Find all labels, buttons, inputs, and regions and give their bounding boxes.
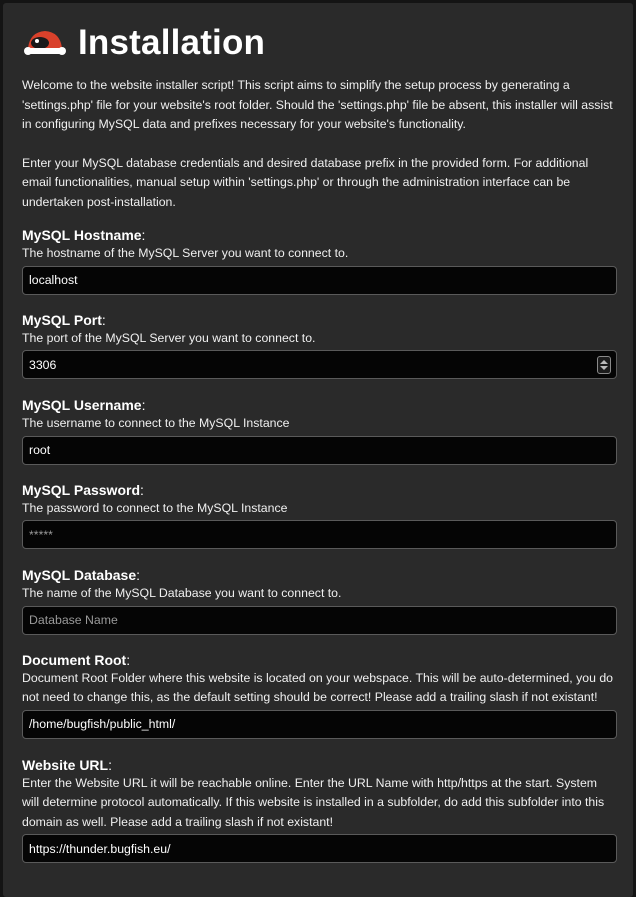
- installer-panel: Installation Welcome to the website inst…: [3, 3, 633, 897]
- hostname-input[interactable]: [22, 265, 617, 295]
- field-description: The username to connect to the MySQL Ins…: [22, 416, 290, 430]
- field-password: MySQL Password: The password to connect …: [22, 481, 617, 549]
- document-root-input[interactable]: [22, 709, 617, 739]
- port-input-wrapper: [22, 350, 617, 379]
- chevron-down-icon[interactable]: [600, 366, 608, 370]
- field-port: MySQL Port: The port of the MySQL Server…: [22, 311, 617, 379]
- field-label: MySQL Database: [22, 567, 137, 583]
- field-hostname: MySQL Hostname: The hostname of the MySQ…: [22, 226, 617, 295]
- field-description: Document Root Folder where this website …: [22, 670, 614, 705]
- field-document-root: Document Root: Document Root Folder wher…: [22, 651, 617, 739]
- field-website-url: Website URL: Enter the Website URL it wi…: [22, 756, 617, 863]
- password-input[interactable]: [22, 520, 617, 549]
- field-description: The hostname of the MySQL Server you wan…: [22, 246, 349, 260]
- field-description: The name of the MySQL Database you want …: [22, 586, 342, 600]
- field-label: MySQL Username: [22, 397, 142, 413]
- field-label: MySQL Hostname: [22, 227, 142, 243]
- field-label: Document Root: [22, 651, 127, 668]
- field-label: MySQL Password: [22, 481, 141, 498]
- bugfish-logo-icon: [24, 31, 66, 55]
- intro-text: Welcome to the website installer script!…: [22, 78, 613, 131]
- port-stepper[interactable]: [597, 356, 611, 374]
- port-input[interactable]: [22, 350, 617, 379]
- username-input[interactable]: [22, 435, 617, 465]
- field-description: The port of the MySQL Server you want to…: [22, 330, 316, 345]
- page-title: Installation: [78, 23, 266, 62]
- field-description: The password to connect to the MySQL Ins…: [22, 500, 288, 515]
- chevron-up-icon[interactable]: [600, 360, 608, 364]
- field-label: Website URL: [22, 756, 109, 773]
- field-username: MySQL Username: The username to connect …: [22, 396, 617, 465]
- intro-text-credentials: Enter your MySQL database credentials an…: [22, 155, 589, 209]
- field-description: Enter the Website URL it will be reachab…: [22, 775, 605, 829]
- database-input[interactable]: [22, 605, 617, 635]
- field-label: MySQL Port: [22, 311, 102, 328]
- field-database: MySQL Database: The name of the MySQL Da…: [22, 566, 617, 635]
- website-url-input[interactable]: [22, 834, 617, 863]
- page-header: Installation: [22, 16, 617, 70]
